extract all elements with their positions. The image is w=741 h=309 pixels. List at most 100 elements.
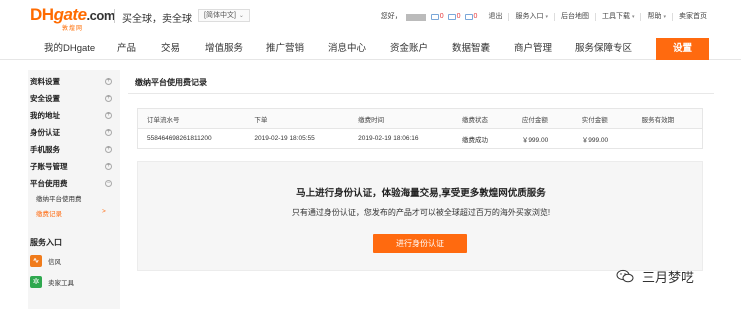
table-header-row: 订单流水号 下单 缴费时间 缴费状态 应付金额 实付金额 服务有效期 — [137, 108, 703, 129]
help-label: 帮助 — [647, 13, 662, 20]
chevron-down-icon: ⌄ — [238, 13, 244, 19]
dhgate-logo[interactable]: DHgate.com 敦煌网 — [30, 4, 116, 32]
username-masked[interactable] — [405, 13, 426, 21]
col-validity: 服务有效期 — [632, 108, 703, 129]
sidebar-subitem-fee-records[interactable]: 缴费记录 > — [36, 208, 106, 218]
col-paid: 实付金额 — [572, 108, 633, 129]
cell-paid: ￥999.00 — [572, 128, 633, 149]
sidebar-item-label: 身份认证 — [30, 128, 60, 137]
expand-icon[interactable]: + — [105, 112, 112, 119]
sidebar-item-security[interactable]: 安全设置 + — [30, 92, 116, 106]
notice-icon[interactable] — [447, 14, 456, 20]
sidebar-item-platform-fee[interactable]: 平台使用费 − — [30, 177, 116, 191]
nav-settings[interactable]: 设置 — [656, 38, 709, 60]
tool-label: 信风 — [48, 259, 61, 266]
expand-icon[interactable]: + — [105, 163, 112, 170]
language-label: [简体中文] — [204, 12, 236, 19]
cell-pay-time: 2019-02-19 18:06:16 — [349, 128, 453, 149]
nav-trade[interactable]: 交易 — [161, 38, 180, 60]
sidebar: 资料设置 + 安全设置 + 我的地址 + 身份认证 + 手机服务 + 子账号管理 + 平台使… — [28, 70, 120, 309]
slogan: 买全球，卖全球 — [122, 14, 192, 25]
header-divider — [114, 9, 115, 23]
nav-data[interactable]: 数据智囊 — [452, 38, 490, 60]
nav-products[interactable]: 产品 — [117, 38, 136, 60]
cell-status: 缴费成功 — [452, 128, 513, 149]
collapse-icon[interactable]: − — [105, 180, 112, 187]
nav-marketing[interactable]: 推广营销 — [266, 38, 304, 60]
backend-map-link[interactable]: 后台地图 — [555, 13, 596, 21]
col-order-time: 下单 — [245, 108, 350, 129]
fee-records-table: 订单流水号 下单 缴费时间 缴费状态 应付金额 实付金额 服务有效期 55846… — [137, 108, 703, 149]
sidebar-item-label: 平台使用费 — [30, 179, 68, 188]
cell-order-time: 2019-02-19 18:05:55 — [245, 128, 350, 149]
main-nav: 我的DHgate 产品 交易 增值服务 推广营销 消息中心 资金账户 数据智囊 … — [0, 38, 741, 60]
logout-link[interactable]: 退出 — [482, 13, 510, 21]
watermark-text: 三月梦呓 — [642, 269, 695, 285]
nav-messages[interactable]: 消息中心 — [328, 38, 366, 60]
verify-description: 只有通过身份认证，您发布的产品才可以被全球超过百万的海外买家浏览! — [291, 208, 551, 217]
expand-icon[interactable]: + — [105, 146, 112, 153]
cell-payable: ￥999.00 — [512, 128, 573, 149]
backend-map-label: 后台地图 — [560, 13, 589, 20]
expand-icon[interactable]: + — [105, 78, 112, 85]
expand-icon[interactable]: + — [105, 95, 112, 102]
tool-label: 卖家工具 — [48, 280, 74, 287]
active-arrow-icon: > — [102, 208, 106, 215]
expand-icon[interactable]: + — [105, 129, 112, 136]
watermark: 三月梦呓 — [616, 266, 694, 286]
xinfeng-icon: ∿ — [30, 255, 42, 267]
seller-home-link[interactable]: 卖家首页 — [673, 13, 707, 21]
col-pay-time: 缴费时间 — [349, 108, 453, 129]
nav-service-guarantee[interactable]: 服务保障专区 — [575, 38, 632, 60]
sidebar-subitem-label: 缴费记录 — [36, 211, 62, 218]
sidebar-item-address[interactable]: 我的地址 + — [30, 109, 116, 123]
cell-order-no: 558464698261811200 — [137, 128, 246, 149]
message-icon[interactable] — [430, 14, 439, 20]
sidebar-item-label: 手机服务 — [30, 145, 60, 154]
greeting-text: 您好， — [380, 13, 402, 20]
service-entry-menu[interactable]: 服务入口 ▾ — [509, 13, 555, 21]
caret-down-icon: ▾ — [545, 14, 548, 20]
col-status: 缴费状态 — [452, 108, 513, 129]
nav-my-dhgate[interactable]: 我的DHgate — [44, 38, 95, 60]
logout-label: 退出 — [488, 13, 503, 20]
start-verification-button[interactable]: 进行身份认证 — [373, 234, 467, 253]
message-count: 0 — [439, 13, 444, 20]
caret-down-icon: ▾ — [631, 14, 635, 20]
service-entry-label: 服务入口 — [515, 13, 544, 20]
sidebar-item-label: 我的地址 — [30, 111, 60, 120]
cell-validity — [632, 128, 703, 149]
chat-count: 0 — [473, 13, 478, 20]
sidebar-item-identity[interactable]: 身份认证 + — [30, 126, 116, 140]
caret-down-icon: ▾ — [663, 14, 666, 20]
table-row: 558464698261811200 2019-02-19 18:05:55 2… — [137, 128, 703, 149]
chat-icon[interactable] — [464, 14, 473, 20]
sidebar-subitem-pay-fee[interactable]: 缴纳平台使用费 — [36, 193, 82, 203]
tool-download-label: 工具下载 — [601, 13, 630, 20]
sidebar-item-mobile[interactable]: 手机服务 + — [30, 143, 116, 157]
seller-tools-icon: ✲ — [30, 276, 42, 288]
divider — [128, 93, 714, 94]
top-links: 您好， 0 0 0 退出 服务入口 ▾ 后台地图 工具下载 ▾ 帮助 ▾ 卖家首页 — [375, 12, 707, 22]
service-entry-heading: 服务入口 — [30, 238, 62, 247]
logo-subtitle: 敦煌网 — [62, 26, 84, 32]
sidebar-item-subaccount[interactable]: 子账号管理 + — [30, 160, 116, 174]
language-select[interactable]: [简体中文] ⌄ — [198, 9, 250, 22]
nav-funds[interactable]: 资金账户 — [390, 38, 428, 60]
tool-download-menu[interactable]: 工具下载 ▾ — [596, 13, 642, 21]
notice-count: 0 — [456, 13, 461, 20]
page-title: 缴纳平台使用费记录 — [135, 78, 207, 87]
sidebar-item-label: 资料设置 — [30, 77, 60, 86]
verify-title: 马上进行身份认证，体验海量交易,享受更多敦煌网优质服务 — [296, 188, 546, 199]
sidebar-item-profile[interactable]: 资料设置 + — [30, 75, 116, 89]
tool-xinfeng[interactable]: ∿ 信风 — [30, 254, 61, 268]
tool-seller-tools[interactable]: ✲ 卖家工具 — [30, 275, 74, 289]
sidebar-item-label: 安全设置 — [30, 94, 60, 103]
nav-value-added[interactable]: 增值服务 — [205, 38, 243, 60]
top-bar: DHgate.com 敦煌网 买全球，卖全球 [简体中文] ⌄ 您好， 0 0 0… — [0, 0, 741, 34]
identity-verify-panel: 马上进行身份认证，体验海量交易,享受更多敦煌网优质服务 只有通过身份认证，您发布… — [137, 161, 703, 271]
sidebar-item-label: 子账号管理 — [30, 162, 68, 171]
greeting: 您好， 0 0 0 — [375, 13, 483, 21]
nav-merchant[interactable]: 商户管理 — [514, 38, 552, 60]
help-menu[interactable]: 帮助 ▾ — [641, 13, 673, 21]
